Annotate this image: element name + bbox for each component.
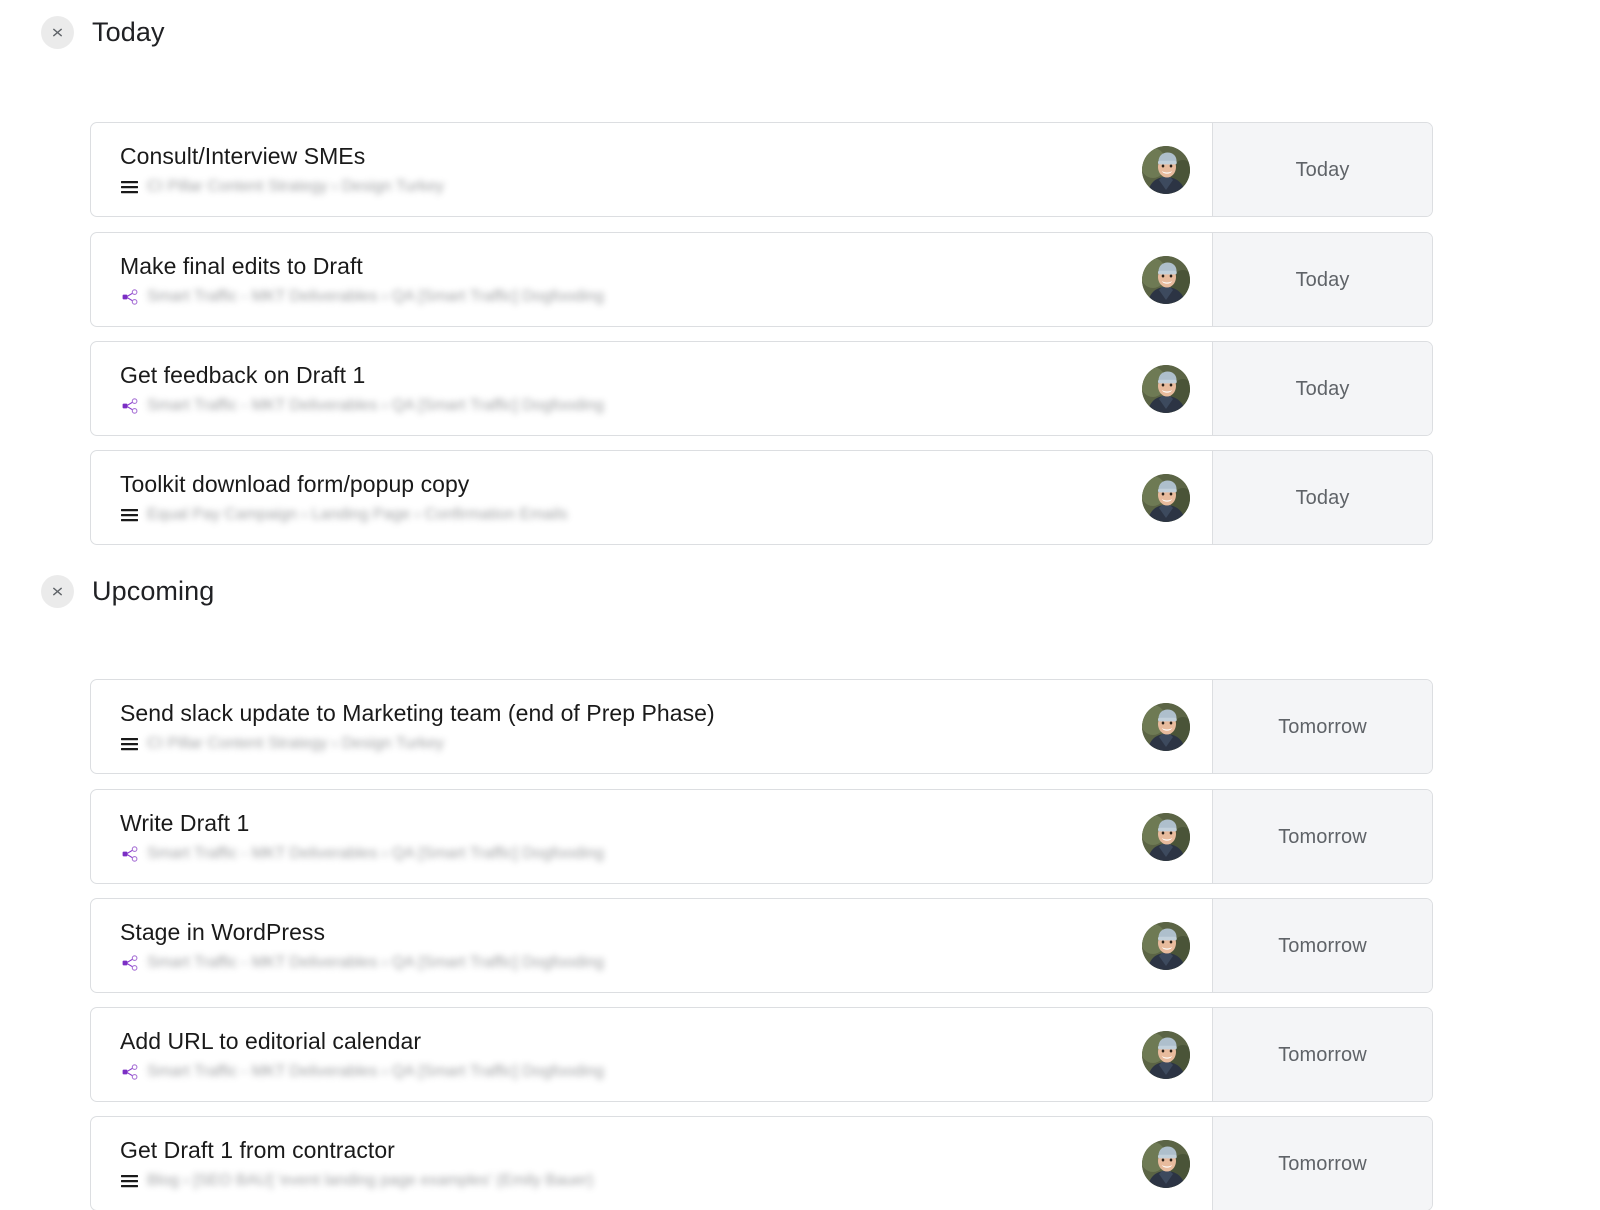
task-breadcrumb-text[interactable]: Smart Traffic - MKT Deliverables › QA [S… bbox=[147, 395, 604, 417]
list-icon bbox=[120, 177, 139, 196]
task-breadcrumb: Smart Traffic - MKT Deliverables › QA [S… bbox=[120, 286, 1108, 308]
section-title-today: Today bbox=[92, 16, 165, 47]
task-title: Stage in WordPress bbox=[120, 918, 326, 945]
task-title: Write Draft 1 bbox=[120, 809, 250, 836]
task-row[interactable]: Get feedback on Draft 1 Smart Traffic - … bbox=[90, 341, 1433, 436]
section-today: Today Consult/Interview SMEs CI Pillar C… bbox=[0, 14, 1600, 545]
avatar bbox=[1142, 473, 1190, 522]
task-date-label: Tomorrow bbox=[1278, 1043, 1367, 1066]
avatar bbox=[1142, 1139, 1190, 1188]
task-date-label: Tomorrow bbox=[1278, 934, 1367, 957]
share-node-icon bbox=[120, 844, 139, 863]
task-breadcrumb-text[interactable]: Smart Traffic - MKT Deliverables › QA [S… bbox=[147, 1061, 604, 1083]
task-assignee[interactable] bbox=[1120, 451, 1212, 544]
task-breadcrumb-text[interactable]: Smart Traffic - MKT Deliverables › QA [S… bbox=[147, 843, 604, 865]
task-assignee[interactable] bbox=[1120, 899, 1212, 992]
task-date-cell[interactable]: Tomorrow bbox=[1212, 1117, 1432, 1210]
section-header-today: Today bbox=[0, 14, 1600, 50]
task-breadcrumb: CI Pillar Content Strategy › Design Turk… bbox=[120, 733, 1108, 755]
task-date-cell[interactable]: Today bbox=[1212, 233, 1432, 326]
task-breadcrumb-text[interactable]: Blog › [SEO BAU] 'event landing page exa… bbox=[147, 1170, 593, 1192]
avatar bbox=[1142, 812, 1190, 861]
task-breadcrumb: Smart Traffic - MKT Deliverables › QA [S… bbox=[120, 395, 1108, 417]
task-breadcrumb: Smart Traffic - MKT Deliverables › QA [S… bbox=[120, 952, 1108, 974]
task-breadcrumb: Blog › [SEO BAU] 'event landing page exa… bbox=[120, 1170, 1108, 1192]
task-date-cell[interactable]: Tomorrow bbox=[1212, 899, 1432, 992]
task-assignee[interactable] bbox=[1120, 233, 1212, 326]
task-date-cell[interactable]: Tomorrow bbox=[1212, 1008, 1432, 1101]
task-date-cell[interactable]: Today bbox=[1212, 342, 1432, 435]
task-breadcrumb: Smart Traffic - MKT Deliverables › QA [S… bbox=[120, 1061, 1108, 1083]
avatar bbox=[1142, 255, 1190, 304]
task-breadcrumb-text[interactable]: Smart Traffic - MKT Deliverables › QA [S… bbox=[147, 952, 604, 974]
task-breadcrumb-text[interactable]: CI Pillar Content Strategy › Design Turk… bbox=[147, 733, 444, 755]
task-title: Add URL to editorial calendar bbox=[120, 1027, 422, 1054]
task-title: Get Draft 1 from contractor bbox=[120, 1136, 395, 1163]
task-title: Make final edits to Draft bbox=[120, 252, 363, 279]
collapse-chevrons-icon[interactable] bbox=[41, 15, 74, 49]
task-main: Toolkit download form/popup copy Equal P… bbox=[91, 451, 1120, 544]
task-assignee[interactable] bbox=[1120, 790, 1212, 883]
task-main: Get feedback on Draft 1 Smart Traffic - … bbox=[91, 342, 1120, 435]
task-main: Make final edits to Draft Smart Traffic … bbox=[91, 233, 1120, 326]
avatar bbox=[1142, 145, 1190, 194]
share-node-icon bbox=[120, 953, 139, 972]
task-date-cell[interactable]: Today bbox=[1212, 123, 1432, 216]
task-title: Consult/Interview SMEs bbox=[120, 142, 366, 169]
task-date-label: Today bbox=[1295, 486, 1350, 509]
task-breadcrumb-text[interactable]: Smart Traffic - MKT Deliverables › QA [S… bbox=[147, 286, 604, 308]
avatar bbox=[1142, 921, 1190, 970]
task-breadcrumb-text[interactable]: Equal Pay Campaign › Landing Page › Conf… bbox=[147, 504, 568, 526]
collapse-chevrons-icon[interactable] bbox=[41, 574, 74, 608]
share-node-icon bbox=[120, 287, 139, 306]
share-node-icon bbox=[120, 1062, 139, 1081]
task-row[interactable]: Make final edits to Draft Smart Traffic … bbox=[90, 232, 1433, 327]
task-list-page: Today Consult/Interview SMEs CI Pillar C… bbox=[0, 0, 1600, 1210]
task-assignee[interactable] bbox=[1120, 1008, 1212, 1101]
task-row[interactable]: Stage in WordPress Smart Traffic - MKT D… bbox=[90, 898, 1433, 993]
task-main: Add URL to editorial calendar Smart Traf… bbox=[91, 1008, 1120, 1101]
task-date-cell[interactable]: Tomorrow bbox=[1212, 680, 1432, 773]
section-title-upcoming: Upcoming bbox=[92, 575, 215, 606]
task-title: Get feedback on Draft 1 bbox=[120, 361, 366, 388]
task-row[interactable]: Add URL to editorial calendar Smart Traf… bbox=[90, 1007, 1433, 1102]
task-row[interactable]: Get Draft 1 from contractor Blog › [SEO … bbox=[90, 1116, 1433, 1210]
task-date-cell[interactable]: Tomorrow bbox=[1212, 790, 1432, 883]
task-main: Send slack update to Marketing team (end… bbox=[91, 680, 1120, 773]
avatar bbox=[1142, 702, 1190, 751]
task-breadcrumb-text[interactable]: CI Pillar Content Strategy › Design Turk… bbox=[147, 176, 444, 198]
task-row[interactable]: Send slack update to Marketing team (end… bbox=[90, 679, 1433, 774]
task-main: Consult/Interview SMEs CI Pillar Content… bbox=[91, 123, 1120, 216]
task-breadcrumb: Equal Pay Campaign › Landing Page › Conf… bbox=[120, 504, 1108, 526]
task-assignee[interactable] bbox=[1120, 680, 1212, 773]
task-breadcrumb: Smart Traffic - MKT Deliverables › QA [S… bbox=[120, 843, 1108, 865]
section-upcoming: Upcoming Send slack update to Marketing … bbox=[0, 573, 1600, 1210]
avatar bbox=[1142, 364, 1190, 413]
task-main: Write Draft 1 Smart Traffic - MKT Delive… bbox=[91, 790, 1120, 883]
task-title: Toolkit download form/popup copy bbox=[120, 470, 470, 497]
task-date-cell[interactable]: Today bbox=[1212, 451, 1432, 544]
task-title: Send slack update to Marketing team (end… bbox=[120, 699, 715, 726]
list-icon bbox=[120, 1171, 139, 1190]
task-date-label: Today bbox=[1295, 158, 1350, 181]
task-date-label: Tomorrow bbox=[1278, 715, 1367, 738]
task-row[interactable]: Write Draft 1 Smart Traffic - MKT Delive… bbox=[90, 789, 1433, 884]
avatar bbox=[1142, 1030, 1190, 1079]
task-assignee[interactable] bbox=[1120, 342, 1212, 435]
task-assignee[interactable] bbox=[1120, 1117, 1212, 1210]
share-node-icon bbox=[120, 396, 139, 415]
task-date-label: Today bbox=[1295, 377, 1350, 400]
task-date-label: Tomorrow bbox=[1278, 825, 1367, 848]
section-header-upcoming: Upcoming bbox=[0, 573, 1600, 609]
task-main: Stage in WordPress Smart Traffic - MKT D… bbox=[91, 899, 1120, 992]
list-icon bbox=[120, 505, 139, 524]
task-date-label: Today bbox=[1295, 268, 1350, 291]
task-date-label: Tomorrow bbox=[1278, 1152, 1367, 1175]
task-row[interactable]: Consult/Interview SMEs CI Pillar Content… bbox=[90, 122, 1433, 217]
task-main: Get Draft 1 from contractor Blog › [SEO … bbox=[91, 1117, 1120, 1210]
list-icon bbox=[120, 734, 139, 753]
task-assignee[interactable] bbox=[1120, 123, 1212, 216]
task-breadcrumb: CI Pillar Content Strategy › Design Turk… bbox=[120, 176, 1108, 198]
task-row[interactable]: Toolkit download form/popup copy Equal P… bbox=[90, 450, 1433, 545]
